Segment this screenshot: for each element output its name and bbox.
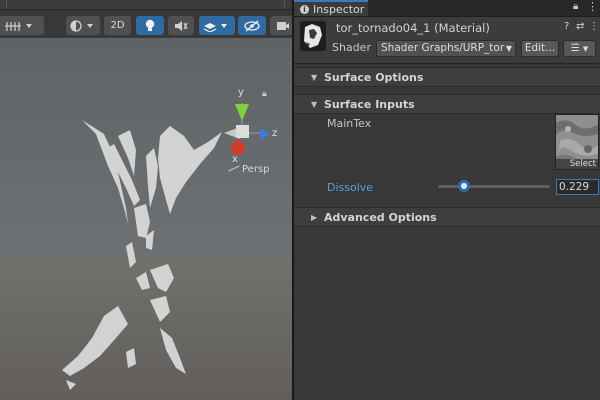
- tab-inspector[interactable]: i Inspector: [294, 0, 368, 16]
- shader-label: Shader: [332, 41, 371, 54]
- maintex-label: MainTex: [327, 117, 372, 130]
- scene-tab-strip: ⋮ ⋮: [0, 0, 292, 10]
- persp-arrow-icon: [228, 165, 240, 172]
- tab-inspector-label: Inspector: [313, 3, 365, 16]
- surface-inputs-label: Surface Inputs: [324, 98, 415, 111]
- orientation-gizmo[interactable]: y z x 🔒︎: [212, 87, 282, 167]
- camera-icon: [277, 21, 289, 30]
- lock-tab-icon[interactable]: 🔒︎: [573, 1, 578, 12]
- dissolve-value-field[interactable]: 0.229: [556, 179, 599, 195]
- grid-icon: [5, 21, 32, 31]
- lighting-toggle-button[interactable]: [136, 16, 164, 35]
- shader-options-button[interactable]: ☰ ▼: [563, 40, 596, 57]
- mode-2d-button[interactable]: 2D: [104, 16, 131, 35]
- eye-slash-icon: [244, 19, 260, 32]
- info-icon: i: [300, 5, 309, 14]
- scene-toolbar: ⋮ ⋮ 2D: [0, 0, 292, 38]
- dissolve-slider-track[interactable]: [438, 185, 550, 188]
- surface-options-label: Surface Options: [324, 71, 424, 84]
- persp-label: Persp: [242, 164, 270, 175]
- material-preview-icon: [300, 21, 326, 51]
- lock-icon[interactable]: 🔒︎: [262, 89, 267, 99]
- gizmo-z-label: z: [272, 128, 278, 139]
- material-thumbnail[interactable]: [300, 21, 326, 51]
- axis-gizmo-graphic: [224, 103, 270, 155]
- material-header: tor_tornado04_1 (Material) ? ⇄ ⋮ Shader …: [294, 17, 600, 64]
- audio-toggle-button[interactable]: [168, 16, 194, 35]
- advanced-options-label: Advanced Options: [324, 211, 437, 224]
- texture-select-button[interactable]: Select: [556, 159, 598, 169]
- list-icon: ☰: [570, 43, 580, 54]
- context-menu-icon[interactable]: ⋮: [589, 21, 599, 32]
- gizmo-y-label: y: [238, 87, 244, 98]
- chevron-down-icon-small: ▼: [582, 45, 589, 53]
- chevron-down-icon: ▼: [505, 44, 512, 53]
- effects-dropdown[interactable]: [199, 16, 235, 35]
- material-name: tor_tornado04_1 (Material): [336, 21, 490, 35]
- edit-shader-button[interactable]: Edit...: [521, 40, 559, 57]
- projection-toggle[interactable]: Persp: [228, 164, 270, 175]
- inspector-tab-bar: i Inspector 🔒︎ ⋮: [294, 0, 600, 17]
- shader-dropdown[interactable]: Shader Graphs/URP_tor ▼: [376, 40, 516, 57]
- scene-visibility-toggle[interactable]: [238, 16, 266, 35]
- advanced-options-foldout[interactable]: ▶ Advanced Options: [294, 207, 600, 227]
- draw-mode-dropdown[interactable]: [0, 16, 44, 35]
- foldout-collapsed-right-icon: ▶: [311, 213, 318, 222]
- surface-inputs-foldout[interactable]: ▼ Surface Inputs: [294, 94, 600, 114]
- inspector-panel: i Inspector 🔒︎ ⋮ tor_tornado04_1 (Materia…: [294, 0, 600, 400]
- scene-viewport[interactable]: y z x 🔒︎ Persp: [0, 38, 292, 400]
- maintex-texture-slot[interactable]: Select: [555, 114, 599, 170]
- sphere-shading-icon: [70, 19, 93, 32]
- foldout-collapsed-icon: ▼: [311, 73, 318, 82]
- camera-settings-button[interactable]: [270, 16, 292, 35]
- dissolve-slider-handle[interactable]: [457, 180, 470, 192]
- help-icon[interactable]: ?: [564, 21, 569, 32]
- shader-value: Shader Graphs/URP_tor: [381, 42, 505, 54]
- scene-view[interactable]: ⋮ ⋮ 2D y z x 🔒︎ Persp: [0, 0, 292, 400]
- speaker-icon: [175, 20, 188, 31]
- more-dots-icon[interactable]: ⋮: [3, 0, 10, 8]
- surface-options-foldout[interactable]: ▼ Surface Options: [294, 67, 600, 87]
- preset-icon[interactable]: ⇄: [576, 21, 584, 32]
- shading-mode-dropdown[interactable]: [66, 16, 100, 35]
- mode-2d-label: 2D: [110, 20, 125, 31]
- foldout-expanded-icon: ▼: [311, 100, 318, 109]
- more-dots-icon-right[interactable]: ⋮: [281, 0, 288, 8]
- tab-menu-icon[interactable]: ⋮: [587, 0, 598, 13]
- dissolve-label: Dissolve: [327, 181, 374, 194]
- light-bulb-icon: [145, 19, 155, 31]
- layers-icon: [203, 22, 227, 32]
